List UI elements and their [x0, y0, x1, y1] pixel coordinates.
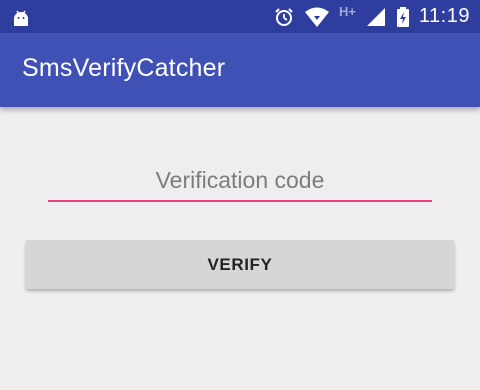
app-bar: SmsVerifyCatcher — [0, 33, 480, 107]
network-type-label: H+ — [338, 4, 356, 19]
app-title: SmsVerifyCatcher — [22, 54, 226, 82]
verification-code-field[interactable] — [48, 160, 432, 204]
verify-button[interactable]: VERIFY — [26, 240, 454, 289]
battery-icon — [396, 6, 409, 27]
android-icon — [14, 10, 28, 26]
signal-icon — [366, 7, 385, 26]
alarm-icon — [275, 7, 293, 26]
verification-code-input[interactable] — [48, 160, 432, 200]
wifi-icon — [304, 7, 329, 27]
input-underline — [48, 200, 432, 202]
status-time: 11:19 — [418, 5, 470, 27]
status-bar: H+ 11:19 — [0, 0, 480, 33]
